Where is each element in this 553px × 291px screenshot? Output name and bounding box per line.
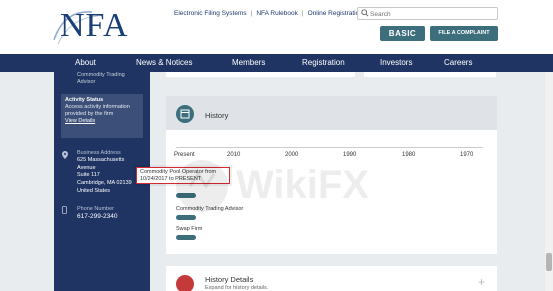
history-details-icon — [176, 275, 194, 291]
timeline-bar-cta[interactable] — [176, 215, 196, 220]
basic-button[interactable]: BASIC — [380, 26, 425, 41]
tick-present: Present — [174, 152, 195, 158]
page-scrollbar[interactable] — [545, 72, 553, 291]
nav-registration[interactable]: Registration — [302, 58, 345, 67]
file-complaint-button[interactable]: FILE A COMPLAINT — [430, 26, 498, 41]
timeline-bar-swap[interactable] — [176, 235, 196, 240]
main-nav: About News & Notices Members Registratio… — [0, 54, 553, 72]
link-rulebook[interactable]: NFA Rulebook — [256, 10, 298, 17]
nfa-logo[interactable]: NFA — [52, 6, 132, 46]
history-tooltip: Commodity Pool Operator from 10/24/2017 … — [136, 167, 230, 184]
site-header: NFA Electronic Filing Systems | NFA Rule… — [0, 0, 553, 54]
label-cta: Commodity Trading Advisor — [176, 206, 244, 212]
scrollbar-thumb[interactable] — [546, 253, 552, 271]
history-header[interactable]: History — [166, 96, 497, 130]
logo-text: NFA — [60, 7, 129, 44]
history-details-card[interactable]: History Details Expand for history detai… — [166, 266, 497, 291]
history-timeline: Present 2010 2000 1990 1980 1970 Commodi… — [166, 130, 497, 254]
timeline-axis — [176, 147, 483, 148]
search-icon — [361, 9, 369, 17]
link-electronic-filing[interactable]: Electronic Filing Systems — [174, 10, 247, 17]
history-details-title: History Details — [205, 275, 254, 284]
location-pin-icon — [62, 151, 68, 159]
tick-2000: 2000 — [285, 152, 299, 158]
search-input[interactable] — [370, 9, 490, 19]
nav-news-notices[interactable]: News & Notices — [136, 58, 192, 67]
timeline-bar-cpo[interactable] — [176, 193, 196, 198]
label-swap-firm: Swap Firm — [176, 226, 203, 232]
nav-about[interactable]: About — [75, 58, 96, 67]
phone-icon — [62, 206, 67, 214]
view-details-link[interactable]: View Details — [65, 118, 95, 124]
nav-investors[interactable]: Investors — [380, 58, 412, 67]
history-details-subtitle: Expand for history details. — [205, 285, 269, 291]
business-address-title: Business Address — [77, 150, 121, 156]
activity-status-title: Activity Status — [65, 97, 104, 103]
tick-1990: 1990 — [343, 152, 357, 158]
tick-1980: 1980 — [402, 152, 416, 158]
search-box[interactable] — [357, 7, 498, 20]
sidebar-faded-text: Commodity Trading Advisor — [77, 72, 125, 85]
phone-number: 617-299-2340 — [77, 213, 118, 220]
card-stub-right — [364, 72, 496, 77]
tick-1970: 1970 — [460, 152, 474, 158]
top-links: Electronic Filing Systems | NFA Rulebook… — [174, 10, 387, 17]
history-title: History — [205, 111, 229, 120]
nav-members[interactable]: Members — [232, 58, 265, 67]
business-address: 625 Massachusetts Avenue Suite 117 Cambr… — [77, 157, 132, 194]
card-stub-left — [166, 72, 355, 77]
activity-status-box: Activity Status Access activity informat… — [61, 94, 143, 138]
nav-careers[interactable]: Careers — [444, 58, 472, 67]
tick-2010: 2010 — [227, 152, 241, 158]
expand-plus-icon[interactable]: + — [478, 275, 485, 289]
activity-status-desc: Access activity information provided by … — [65, 104, 130, 124]
phone-number-title: Phone Number — [77, 206, 114, 212]
history-icon — [176, 105, 194, 123]
